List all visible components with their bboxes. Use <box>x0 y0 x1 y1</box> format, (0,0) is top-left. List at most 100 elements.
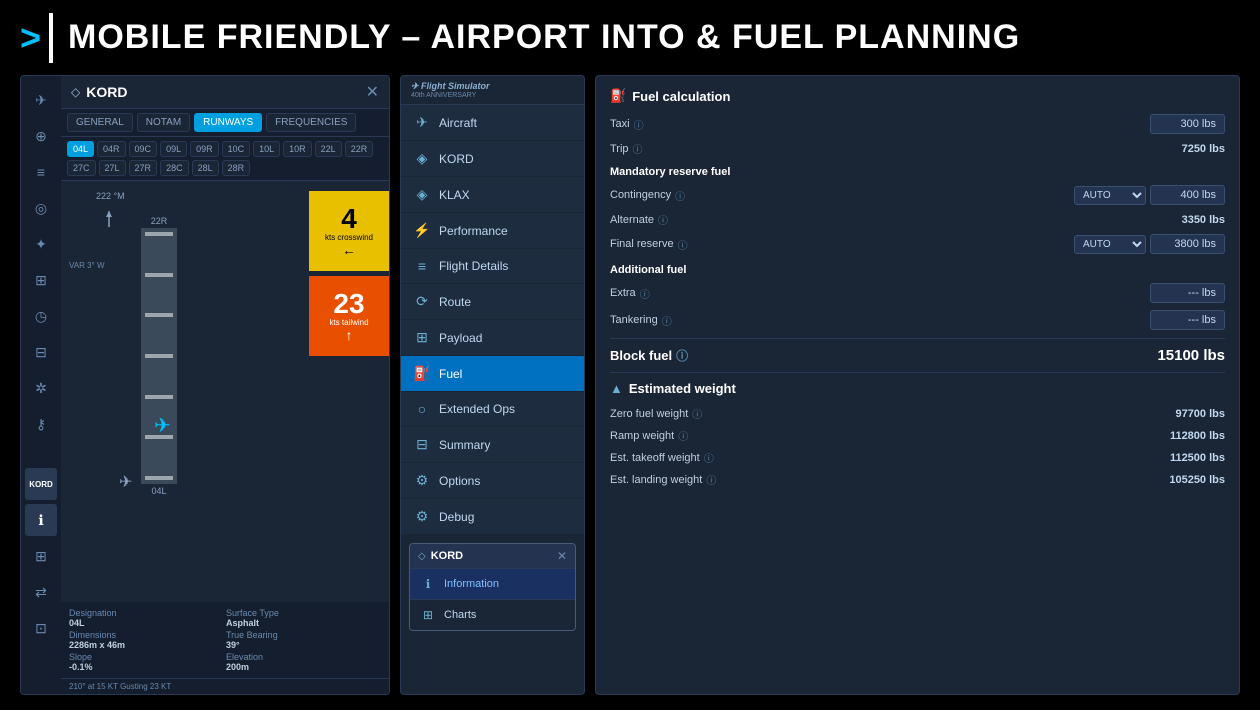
runway-10r[interactable]: 10R <box>283 141 312 157</box>
nav-item-summary[interactable]: ⊟ Summary <box>401 427 584 463</box>
tab-notam[interactable]: NOTAM <box>137 113 190 132</box>
runway-04l[interactable]: 04L <box>67 141 94 157</box>
trip-label: Trip ⓘ <box>610 141 643 156</box>
sidebar-icon-info[interactable]: ℹ <box>25 504 57 536</box>
flight-details-nav-label: Flight Details <box>439 259 508 273</box>
runway-marking-bottom <box>145 476 173 480</box>
nav-item-kord[interactable]: ◈ KORD <box>401 141 584 177</box>
runway-22l[interactable]: 22L <box>315 141 342 157</box>
sidebar-icon-kord[interactable]: KORD <box>25 468 57 500</box>
nav-item-klax[interactable]: ◈ KLAX <box>401 177 584 213</box>
nav-item-options[interactable]: ⚙ Options <box>401 463 584 499</box>
nav-item-debug[interactable]: ⚙ Debug <box>401 499 584 535</box>
tailwind-value: 23 <box>333 290 364 318</box>
final-reserve-value[interactable]: 3800 lbs <box>1150 234 1225 254</box>
sidebar-icon-compass[interactable]: ◎ <box>25 192 57 224</box>
nav-item-flight-details[interactable]: ≡ Flight Details <box>401 249 584 284</box>
runway-28r[interactable]: 28R <box>222 160 251 176</box>
final-reserve-info-icon[interactable]: ⓘ <box>678 237 688 252</box>
sidebar-icon-plane[interactable]: ✈ <box>25 84 57 116</box>
tab-general[interactable]: GENERAL <box>67 113 133 132</box>
sidebar-icon-clock[interactable]: ◷ <box>25 300 57 332</box>
sidebar-icon-table[interactable]: ⊞ <box>25 540 57 572</box>
ramp-label-text: Ramp weight <box>610 430 674 442</box>
contingency-select[interactable]: AUTO MANUAL <box>1074 186 1146 205</box>
kord-nav-label: KORD <box>439 152 474 166</box>
tab-frequencies[interactable]: FREQUENCIES <box>266 113 356 132</box>
sidebar-icon-key[interactable]: ✲ <box>25 372 57 404</box>
nav-item-route[interactable]: ⟳ Route <box>401 284 584 320</box>
landing-info-icon[interactable]: ⓘ <box>706 472 716 487</box>
contingency-info-icon[interactable]: ⓘ <box>675 188 685 203</box>
kord-sub-header: ◇ KORD ✕ <box>410 544 575 568</box>
extra-info-icon[interactable]: ⓘ <box>640 286 650 301</box>
sidebar-icon-expand[interactable]: ⊡ <box>25 612 57 644</box>
tab-runways[interactable]: RUNWAYS <box>194 113 262 132</box>
taxi-value[interactable]: 300 lbs <box>1150 114 1225 134</box>
final-reserve-label-area: Final reserve ⓘ <box>610 237 688 252</box>
runway-09l[interactable]: 09L <box>160 141 187 157</box>
tankering-value[interactable]: --- lbs <box>1150 310 1225 330</box>
block-fuel-value: 15100 lbs <box>1157 347 1225 364</box>
runway-28c[interactable]: 28C <box>160 160 189 176</box>
close-button[interactable]: ✕ <box>366 82 379 102</box>
airport-panel-header: ◇ KORD ✕ <box>61 76 389 109</box>
sidebar-icon-calendar[interactable]: ⊟ <box>25 336 57 368</box>
runway-diagram: 222 °M VAR 3° W 22R <box>61 181 389 602</box>
info-elevation: Elevation 200m <box>226 652 381 672</box>
sidebar-icon-settings[interactable]: ✦ <box>25 228 57 260</box>
runway-09r[interactable]: 09R <box>190 141 219 157</box>
extra-value[interactable]: --- lbs <box>1150 283 1225 303</box>
nav-item-fuel[interactable]: ⛽ Fuel <box>401 356 584 392</box>
sidebar-icon-grid[interactable]: ⊞ <box>25 264 57 296</box>
ramp-info-icon[interactable]: ⓘ <box>678 428 688 443</box>
runway-04r[interactable]: 04R <box>97 141 126 157</box>
final-reserve-select[interactable]: AUTO MANUAL <box>1074 235 1146 254</box>
trip-label-text: Trip <box>610 143 629 155</box>
designation-label: Designation <box>69 608 224 618</box>
landing-value: 105250 lbs <box>1169 474 1225 486</box>
takeoff-info-icon[interactable]: ⓘ <box>704 450 714 465</box>
runway-10c[interactable]: 10C <box>222 141 251 157</box>
information-icon: ℹ <box>420 577 436 591</box>
sidebar-icon-share[interactable]: ⇄ <box>25 576 57 608</box>
takeoff-label-text: Est. takeoff weight <box>610 452 700 464</box>
zero-fuel-info-icon[interactable]: ⓘ <box>692 406 702 421</box>
fuel-section-heading: Fuel calculation <box>632 89 730 104</box>
trip-info-icon[interactable]: ⓘ <box>633 141 643 156</box>
runway-10l[interactable]: 10L <box>253 141 280 157</box>
extended-ops-nav-icon: ○ <box>413 401 431 417</box>
nav-item-extended-ops[interactable]: ○ Extended Ops <box>401 392 584 427</box>
block-fuel-info-icon[interactable]: ⓘ <box>676 347 688 364</box>
kord-sub-close[interactable]: ✕ <box>557 549 567 563</box>
sidebar-icon-lock[interactable]: ⚷ <box>25 408 57 440</box>
sidebar-icon-layers[interactable]: ≡ <box>25 156 57 188</box>
weight-icon: ▲ <box>610 381 623 396</box>
alternate-info-icon[interactable]: ⓘ <box>658 212 668 227</box>
sidebar-icon-map[interactable]: ⊕ <box>25 120 57 152</box>
main-content: ✈ ⊕ ≡ ◎ ✦ ⊞ ◷ ⊟ ✲ ⚷ KORD ℹ ⊞ ⇄ ⊡ ◇ KORD <box>0 75 1260 710</box>
nav-item-performance[interactable]: ⚡ Performance <box>401 213 584 249</box>
surface-value: Asphalt <box>226 618 381 628</box>
sub-nav-information[interactable]: ℹ Information <box>410 568 575 599</box>
runway-27l[interactable]: 27L <box>99 160 126 176</box>
contingency-value[interactable]: 400 lbs <box>1150 185 1225 205</box>
left-panel: ✈ ⊕ ≡ ◎ ✦ ⊞ ◷ ⊟ ✲ ⚷ KORD ℹ ⊞ ⇄ ⊡ ◇ KORD <box>20 75 390 695</box>
runway-28l[interactable]: 28L <box>192 160 219 176</box>
sub-nav-charts[interactable]: ⊞ Charts <box>410 599 575 630</box>
runway-27r[interactable]: 27R <box>129 160 158 176</box>
nav-item-aircraft[interactable]: ✈ Aircraft <box>401 105 584 141</box>
taxi-info-icon[interactable]: ⓘ <box>634 117 644 132</box>
runway-09c[interactable]: 09C <box>129 141 158 157</box>
landing-row: Est. landing weight ⓘ 105250 lbs <box>610 472 1225 487</box>
info-dimensions: Dimensions 2286m x 46m <box>69 630 224 650</box>
tankering-info-icon[interactable]: ⓘ <box>662 313 672 328</box>
info-surface: Surface Type Asphalt <box>226 608 381 628</box>
payload-nav-icon: ⊞ <box>413 329 431 346</box>
route-nav-label: Route <box>439 295 471 309</box>
contingency-label-text: Contingency <box>610 189 671 201</box>
info-slope: Slope -0.1% <box>69 652 224 672</box>
nav-item-payload[interactable]: ⊞ Payload <box>401 320 584 356</box>
runway-22r[interactable]: 22R <box>345 141 374 157</box>
runway-27c[interactable]: 27C <box>67 160 96 176</box>
